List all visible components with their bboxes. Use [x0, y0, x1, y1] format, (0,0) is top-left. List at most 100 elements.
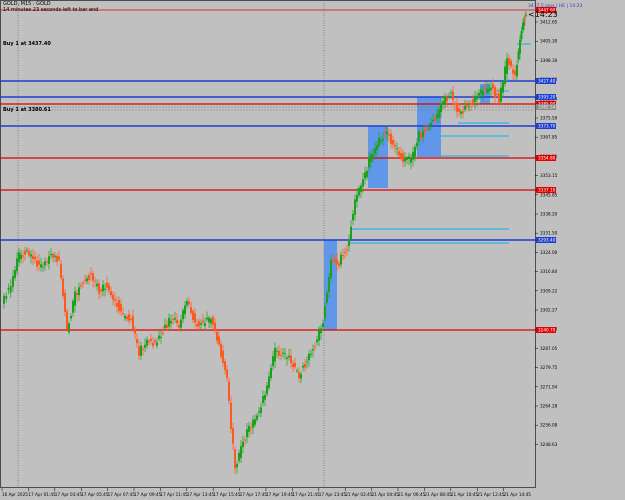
bear-candle [508, 58, 510, 65]
time-axis-label: 17 Apr 21:45 [292, 492, 320, 497]
bear-candle [110, 290, 112, 296]
price-tag-label: 3293.40 [538, 238, 556, 243]
bull-candle [156, 342, 158, 346]
bull-candle [326, 293, 328, 303]
bull-candle [50, 254, 52, 256]
bull-candle [14, 269, 16, 278]
price-scale-label: 3338.20 [540, 212, 558, 217]
bear-candle [88, 274, 90, 281]
bull-candle [200, 323, 202, 325]
bull-candle [300, 373, 302, 379]
bear-candle [388, 134, 390, 136]
time-axis-label: 17 Apr 03:45 [55, 492, 83, 497]
bull-candle [506, 58, 508, 74]
bear-candle [142, 348, 144, 350]
bear-candle [172, 319, 174, 321]
bull-candle [302, 365, 304, 368]
trading-chart[interactable]: 3412.653405.303398.303390.803382.543375.… [0, 0, 625, 500]
price-scale-label: 3271.94 [540, 384, 558, 389]
bull-candle [414, 146, 416, 157]
bull-candle [18, 252, 20, 262]
price-scale-label: 3309.22 [540, 288, 558, 293]
position-label-1[interactable]: Buy 1 at 3437.40 [3, 41, 51, 47]
bull-candle [26, 249, 28, 251]
bull-candle [16, 258, 18, 272]
bull-candle [174, 318, 176, 320]
bull-candle [320, 328, 322, 334]
bear-candle [454, 103, 456, 105]
bull-candle [54, 255, 56, 257]
bull-candle [386, 131, 388, 134]
price-scale-label: 3398.30 [540, 58, 558, 63]
bull-candle [42, 266, 44, 268]
price-tag-label: 3382.54 [538, 105, 556, 110]
bear-candle [136, 338, 138, 344]
bear-candle [46, 261, 48, 263]
bull-candle [208, 317, 210, 323]
bear-candle [166, 324, 168, 328]
bull-candle [352, 214, 354, 221]
level-lines [0, 9, 536, 331]
bull-candle [44, 261, 46, 266]
bull-candle [370, 154, 372, 163]
bear-candle [338, 263, 340, 266]
bear-candle [514, 70, 516, 76]
bull-candle [378, 138, 380, 147]
bear-candle [214, 322, 216, 332]
bull-candle [460, 111, 462, 114]
price-scale-label: 3256.08 [540, 423, 558, 428]
bull-candle [396, 148, 398, 150]
bull-candle [182, 310, 184, 320]
bull-candle [242, 441, 244, 448]
bear-candle [426, 127, 428, 129]
time-axis-label: 21 Apr 02:45 [345, 492, 373, 497]
price-tag-label: 3354.80 [538, 156, 556, 161]
bull-candle [478, 92, 480, 96]
bear-candle [24, 250, 26, 255]
bear-candle [64, 292, 66, 312]
bear-candle [132, 316, 134, 330]
time-axis-label: 17 Apr 23:45 [319, 492, 347, 497]
bull-candle [468, 106, 470, 108]
bull-candle [436, 114, 438, 119]
bear-candle [314, 346, 316, 348]
bear-candle [498, 93, 500, 103]
bull-candle [266, 385, 268, 395]
bull-candle [310, 353, 312, 355]
bear-candle [94, 280, 96, 282]
bull-candle [440, 103, 442, 113]
bear-candle [62, 278, 64, 296]
price-scale-label: 3405.30 [540, 39, 558, 44]
bull-candle [180, 319, 182, 328]
bear-candle [234, 449, 236, 469]
bear-candle [344, 251, 346, 253]
price-scale-label: 3248.63 [540, 442, 558, 447]
bull-candle [270, 367, 272, 378]
bear-candle [492, 84, 494, 89]
price-scale-label: 3287.05 [540, 346, 558, 351]
bull-candle [12, 276, 14, 288]
bar-timer-text: 14 minutes 23 seconds left to bar end [3, 7, 99, 13]
price-scale-label: 3353.15 [540, 173, 558, 178]
bull-candle [256, 415, 258, 420]
chart-canvas[interactable]: 3412.653405.303398.303390.803382.543375.… [0, 0, 625, 500]
bear-candle [456, 103, 458, 112]
bear-candle [212, 317, 214, 325]
bear-candle [190, 307, 192, 313]
bear-candle [484, 87, 486, 90]
position-label-2[interactable]: Buy 1 at 3380.61 [3, 107, 51, 113]
bear-candle [22, 255, 24, 257]
bear-candle [294, 362, 296, 367]
bull-candle [160, 336, 162, 338]
bear-candle [304, 363, 306, 368]
bear-candle [150, 338, 152, 341]
price-scale-label: 3324.00 [540, 250, 558, 255]
bull-candle [240, 446, 242, 459]
bull-candle [450, 92, 452, 94]
bear-candle [346, 249, 348, 251]
bull-candle [372, 154, 374, 157]
bear-candle [342, 255, 344, 257]
bull-candle [264, 395, 266, 400]
price-tag-label: 3240.70 [538, 328, 556, 333]
bear-candle [28, 250, 30, 256]
